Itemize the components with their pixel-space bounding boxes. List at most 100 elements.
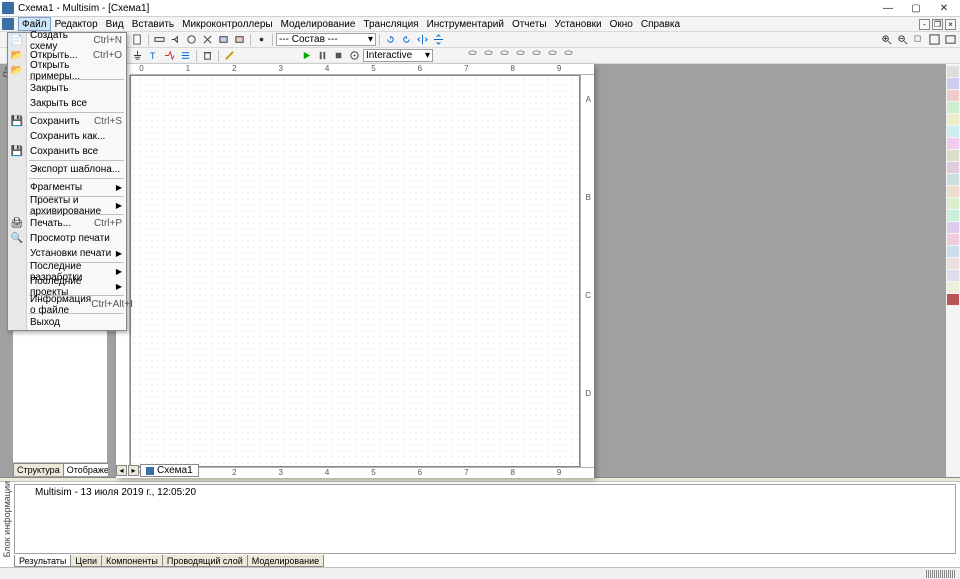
menu-save-all[interactable]: 💾Сохранить все — [8, 144, 126, 159]
tab-scroll-right[interactable]: ▸ — [128, 465, 139, 476]
menu-print-preview[interactable]: 🔍Просмотр печати — [8, 231, 126, 246]
zoom-fit-icon[interactable] — [927, 33, 942, 47]
maximize-button[interactable]: ▢ — [902, 1, 930, 15]
tool-bus-icon[interactable] — [178, 49, 193, 63]
instrument-labview-icon[interactable] — [947, 282, 959, 293]
doc-tab-scheme1[interactable]: Схема1 — [140, 464, 199, 477]
instrument-wattmeter-icon[interactable] — [947, 90, 959, 101]
tool-text-icon[interactable]: T — [146, 49, 161, 63]
instrument-logicconv-icon[interactable] — [947, 174, 959, 185]
instrument-4ch-scope-icon[interactable] — [947, 114, 959, 125]
instrument-funcgen-icon[interactable] — [947, 78, 959, 89]
menu-recent-proj[interactable]: Последние проекты▶ — [8, 279, 126, 294]
tool-wire-icon[interactable] — [162, 49, 177, 63]
menu-tools[interactable]: Инструментарий — [423, 17, 508, 31]
tool-db6-icon[interactable] — [545, 49, 560, 63]
mdi-min-button[interactable]: - — [919, 19, 930, 30]
tool-ground-icon[interactable] — [130, 49, 145, 63]
combo-interactive[interactable]: Interactive▾ — [363, 49, 433, 62]
tool-db7-icon[interactable] — [561, 49, 576, 63]
menu-fragments[interactable]: Фрагменты▶ — [8, 180, 126, 195]
mdi-close-button[interactable]: × — [945, 19, 956, 30]
menu-export-template[interactable]: Экспорт шаблона... — [8, 162, 126, 177]
tool-rotate-ccw-icon[interactable] — [399, 33, 414, 47]
tool-delete-icon[interactable] — [200, 49, 215, 63]
resize-grip[interactable] — [926, 570, 956, 578]
schematic-document[interactable]: 0 1 2 3 4 5 6 7 8 9 A B C D 0 1 — [116, 64, 594, 478]
tool-probe-icon[interactable] — [222, 49, 237, 63]
menu-window[interactable]: Окно — [606, 17, 637, 31]
menu-insert[interactable]: Вставить — [128, 17, 178, 31]
panel-grip[interactable] — [0, 478, 960, 482]
menu-mcu[interactable]: Микроконтроллеры — [178, 17, 276, 31]
menu-close[interactable]: Закрыть — [8, 81, 126, 96]
menu-options[interactable]: Установки — [551, 17, 606, 31]
menu-print-setup[interactable]: Установки печати▶ — [8, 246, 126, 261]
menu-exit[interactable]: Выход — [8, 315, 126, 330]
zoom-area-icon[interactable] — [911, 33, 926, 47]
instrument-multimeter-icon[interactable] — [947, 66, 959, 77]
menu-save[interactable]: 💾СохранитьCtrl+S — [8, 114, 126, 129]
interactive-icon[interactable] — [347, 49, 362, 63]
tool-flip-v-icon[interactable] — [431, 33, 446, 47]
stop-button[interactable] — [331, 49, 346, 63]
btab-components[interactable]: Компоненты — [101, 555, 163, 567]
btab-copper[interactable]: Проводящий слой — [162, 555, 248, 567]
tool-place-diode-icon[interactable] — [168, 33, 183, 47]
tool-flip-h-icon[interactable] — [415, 33, 430, 47]
zoom-out-icon[interactable] — [895, 33, 910, 47]
menu-print[interactable]: 🖨Печать...Ctrl+P — [8, 216, 126, 231]
btab-nets[interactable]: Цепи — [70, 555, 102, 567]
menu-help[interactable]: Справка — [637, 17, 684, 31]
menu-open-examples[interactable]: 📂Открыть примеры... — [8, 63, 126, 78]
instrument-agilent-scope-icon[interactable] — [947, 258, 959, 269]
tool-place-transistor-icon[interactable] — [184, 33, 199, 47]
tool-place-basic-icon[interactable] — [152, 33, 167, 47]
btab-results[interactable]: Результаты — [14, 555, 71, 567]
tool-place-cmos-icon[interactable] — [232, 33, 247, 47]
instrument-agilent-mm-icon[interactable] — [947, 246, 959, 257]
tool-place-ttl-icon[interactable] — [216, 33, 231, 47]
instrument-bode-icon[interactable] — [947, 126, 959, 137]
mdi-restore-button[interactable]: ❐ — [932, 19, 943, 30]
menu-view[interactable]: Вид — [102, 17, 128, 31]
instrument-freq-icon[interactable] — [947, 138, 959, 149]
combo-composition[interactable]: --- Состав ---▾ — [276, 33, 376, 46]
instrument-spectrum-icon[interactable] — [947, 210, 959, 221]
tool-db3-icon[interactable] — [497, 49, 512, 63]
tool-db4-icon[interactable] — [513, 49, 528, 63]
tool-place-misc-icon[interactable] — [254, 33, 269, 47]
run-button[interactable] — [299, 49, 314, 63]
menu-new-scheme[interactable]: 📄Создать схемуCtrl+N — [8, 33, 126, 48]
menu-transfer[interactable]: Трансляция — [359, 17, 422, 31]
instrument-tek-scope-icon[interactable] — [947, 270, 959, 281]
instrument-iv-icon[interactable] — [947, 186, 959, 197]
schematic-paper[interactable] — [130, 75, 580, 467]
menu-projects[interactable]: Проекты и архивирование▶ — [8, 198, 126, 213]
menu-file-info[interactable]: Информация о файлеCtrl+Alt+I — [8, 297, 126, 312]
instrument-current-probe-icon[interactable] — [947, 294, 959, 305]
btab-simulation[interactable]: Моделирование — [247, 555, 324, 567]
instrument-agilent-fg-icon[interactable] — [947, 234, 959, 245]
close-button[interactable]: ✕ — [930, 1, 958, 15]
tool-db2-icon[interactable] — [481, 49, 496, 63]
pause-button[interactable] — [315, 49, 330, 63]
minimize-button[interactable]: — — [874, 1, 902, 15]
menu-reports[interactable]: Отчеты — [508, 17, 551, 31]
instrument-distortion-icon[interactable] — [947, 198, 959, 209]
instrument-scope-icon[interactable] — [947, 102, 959, 113]
zoom-full-icon[interactable] — [943, 33, 958, 47]
tool-rotate-cw-icon[interactable] — [383, 33, 398, 47]
menu-simulate[interactable]: Моделирование — [277, 17, 360, 31]
tool-new-icon[interactable] — [130, 33, 145, 47]
menu-close-all[interactable]: Закрыть все — [8, 96, 126, 111]
tool-place-analog-icon[interactable] — [200, 33, 215, 47]
tab-structure[interactable]: Структура — [13, 463, 64, 476]
instrument-logic-icon[interactable] — [947, 162, 959, 173]
tool-db-icon[interactable] — [465, 49, 480, 63]
tab-scroll-left[interactable]: ◂ — [116, 465, 127, 476]
menu-save-as[interactable]: Сохранить как... — [8, 129, 126, 144]
instrument-network-icon[interactable] — [947, 222, 959, 233]
tool-db5-icon[interactable] — [529, 49, 544, 63]
instrument-wordgen-icon[interactable] — [947, 150, 959, 161]
